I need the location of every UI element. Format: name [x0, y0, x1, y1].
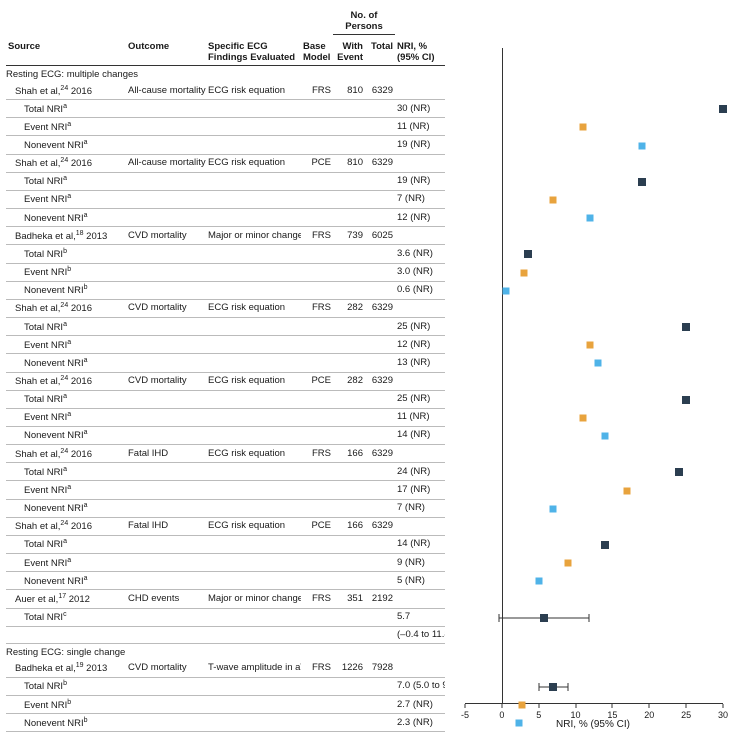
nri-row: Total NRIa25 (NR)	[6, 318, 445, 336]
col-total: Total	[365, 39, 395, 65]
plot-point	[719, 105, 727, 113]
nri-row: Total NRIb7.0 (5.0 to 9.0)	[6, 678, 445, 696]
col-source: Source	[6, 39, 126, 65]
nri-row: Nonevent NRIb0.6 (NR)	[6, 282, 445, 300]
nri-row: Total NRIa14 (NR)	[6, 536, 445, 554]
plot-point	[565, 560, 572, 567]
col-base: Base Model	[301, 39, 333, 65]
plot-point	[624, 487, 631, 494]
plot-point	[540, 614, 548, 622]
plot-point	[503, 287, 510, 294]
plot-point	[682, 323, 690, 331]
section-title: Resting ECG: multiple changes	[6, 66, 445, 82]
nri-row: Total NRIa24 (NR)	[6, 463, 445, 481]
study-row: Shah et al,24 2016All-cause mortalityECG…	[6, 82, 445, 100]
plot-point	[550, 505, 557, 512]
plot-point	[518, 702, 525, 709]
study-row: Shah et al,24 2016CVD mortalityECG risk …	[6, 300, 445, 318]
plot-point	[535, 578, 542, 585]
plot-point	[579, 124, 586, 131]
nri-row: Total NRIa19 (NR)	[6, 173, 445, 191]
forest-table: No. of Persons Source Outcome Specific E…	[6, 8, 445, 732]
plot-point	[675, 468, 683, 476]
plot-point	[579, 414, 586, 421]
nri-row: Event NRIa11 (NR)	[6, 409, 445, 427]
col-findings: Specific ECG Findings Evaluated	[206, 39, 301, 65]
nri-row: Event NRIa7 (NR)	[6, 191, 445, 209]
nri-row: Total NRIa30 (NR)	[6, 100, 445, 118]
forest-plot: -5051015202530 NRI, % (95% CI)	[445, 8, 741, 732]
nri-row: Nonevent NRIa19 (NR)	[6, 136, 445, 154]
no-of-persons-header: No. of Persons	[333, 8, 395, 35]
nri-row: Total NRIb3.6 (NR)	[6, 245, 445, 263]
col-outcome: Outcome	[126, 39, 206, 65]
plot-point	[524, 250, 532, 258]
plot-point	[520, 269, 527, 276]
plot-point	[682, 396, 690, 404]
nri-row: (–0.4 to 11.8)	[6, 627, 445, 644]
plot-point	[549, 683, 557, 691]
nri-row: Event NRIa11 (NR)	[6, 118, 445, 136]
section-title: Resting ECG: single change	[6, 644, 445, 660]
nri-row: Event NRIa9 (NR)	[6, 554, 445, 572]
nri-row: Nonevent NRIa14 (NR)	[6, 427, 445, 445]
plot-point	[587, 342, 594, 349]
plot-point	[587, 215, 594, 222]
table-header: Source Outcome Specific ECG Findings Eva…	[6, 39, 445, 66]
nri-row: Nonevent NRIa7 (NR)	[6, 500, 445, 518]
study-row: Shah et al,24 2016Fatal IHDECG risk equa…	[6, 445, 445, 463]
study-row: Badheka et al,18 2013CVD mortalityMajor …	[6, 227, 445, 245]
nri-row: Total NRIa25 (NR)	[6, 391, 445, 409]
col-withevent: With Event	[333, 39, 365, 65]
plot-point	[550, 197, 557, 204]
x-axis-title: NRI, % (95% CI)	[445, 719, 741, 730]
col-nri: NRI, % (95% CI)	[395, 39, 445, 65]
plot-point	[638, 142, 645, 149]
nri-row: Nonevent NRIa12 (NR)	[6, 209, 445, 227]
nri-row: Nonevent NRIb2.3 (NR)	[6, 714, 445, 732]
zero-line	[502, 48, 503, 704]
study-row: Shah et al,24 2016Fatal IHDECG risk equa…	[6, 518, 445, 536]
plot-point	[638, 178, 646, 186]
x-axis	[465, 703, 723, 704]
table-header-top: No. of Persons	[6, 8, 445, 39]
study-row: Badheka et al,19 2013CVD mortalityT-wave…	[6, 660, 445, 678]
nri-row: Event NRIa17 (NR)	[6, 481, 445, 499]
plot-point	[601, 541, 609, 549]
nri-row: Nonevent NRIa5 (NR)	[6, 572, 445, 590]
nri-row: Event NRIb3.0 (NR)	[6, 264, 445, 282]
nri-row: Total NRIc5.7	[6, 609, 445, 627]
plot-point	[602, 433, 609, 440]
nri-row: Event NRIb2.7 (NR)	[6, 696, 445, 714]
nri-row: Nonevent NRIa13 (NR)	[6, 354, 445, 372]
study-row: Shah et al,24 2016CVD mortalityECG risk …	[6, 373, 445, 391]
nri-row: Event NRIa12 (NR)	[6, 336, 445, 354]
study-row: Shah et al,24 2016All-cause mortalityECG…	[6, 155, 445, 173]
plot-point	[594, 360, 601, 367]
study-row: Auer et al,17 2012CHD eventsMajor or min…	[6, 590, 445, 608]
